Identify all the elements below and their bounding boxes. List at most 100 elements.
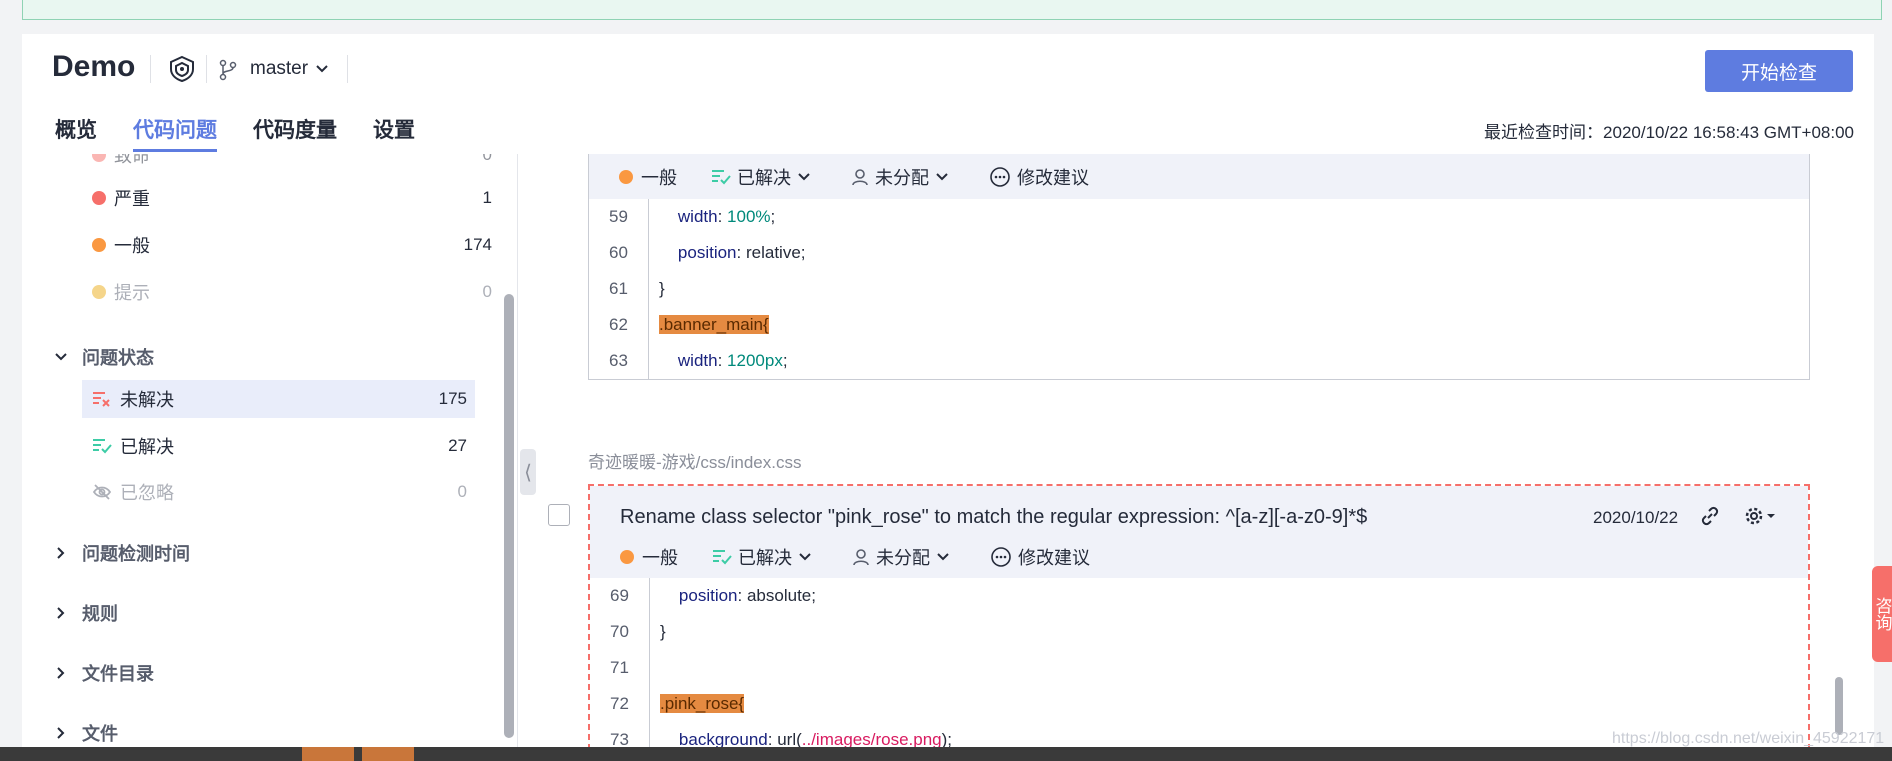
file-path[interactable]: 奇迹暖暖-游戏/css/index.css — [588, 448, 801, 473]
suggestion-button[interactable]: 修改建议 — [990, 544, 1090, 570]
highlighted-selector: .banner_main{ — [659, 315, 769, 334]
issue-meta: 一般 已解决 未分配 修改建议 — [619, 164, 1123, 190]
code-line: 60 position: relative; — [589, 235, 1809, 271]
sidebar-scrollbar[interactable] — [504, 294, 514, 738]
main-scrollbar[interactable] — [1835, 677, 1843, 735]
group-rules[interactable]: 规则 — [52, 600, 118, 626]
group-file-directory[interactable]: 文件目录 — [52, 660, 154, 686]
issue-card: 一般 已解决 未分配 修改建议 59 width: 100%; 60 posit… — [588, 154, 1810, 380]
status-unresolved[interactable]: 未解决 175 — [82, 380, 475, 418]
suggestion-label: 修改建议 — [1017, 168, 1089, 188]
assignee-label: 未分配 — [876, 548, 930, 568]
shield-icon[interactable] — [167, 54, 197, 84]
code-snippet: 59 width: 100%; 60 position: relative; 6… — [589, 199, 1809, 379]
tab-settings[interactable]: 设置 — [373, 114, 415, 152]
group-label: 文件 — [82, 724, 118, 744]
status-dot — [92, 285, 106, 299]
status-dot — [92, 191, 106, 205]
watermark: https://blog.csdn.net/weixin_45922171 — [1612, 730, 1885, 747]
severity-hint[interactable]: 提示 0 — [92, 279, 492, 305]
group-issue-status[interactable]: 问题状态 — [52, 344, 154, 370]
tab-code-metrics[interactable]: 代码度量 — [253, 114, 337, 152]
status-ignored[interactable]: 已忽略 0 — [82, 473, 475, 511]
more-circle-icon — [991, 547, 1011, 567]
line-number: 69 — [590, 578, 650, 614]
code-text: } — [659, 279, 665, 298]
issue-checkbox[interactable] — [548, 504, 570, 526]
suggestion-button[interactable]: 修改建议 — [989, 164, 1089, 190]
link-icon[interactable] — [1700, 506, 1720, 526]
severity-label: 一般 — [641, 168, 677, 188]
taskbar-app[interactable] — [362, 747, 414, 761]
resolved-icon — [712, 170, 731, 185]
chevron-down-icon — [937, 553, 949, 561]
status-label: 已解决 — [120, 437, 174, 457]
line-number: 61 — [589, 271, 649, 307]
chevron-down-icon — [799, 553, 811, 561]
status-dropdown[interactable]: 已解决 — [711, 164, 817, 190]
assignee-dropdown[interactable]: 未分配 — [852, 544, 956, 570]
issue-meta: 一般 已解决 未分配 修改建议 — [620, 544, 1124, 570]
line-number: 62 — [589, 307, 649, 343]
severity-label: 严重 — [114, 189, 150, 209]
tab-overview[interactable]: 概览 — [55, 114, 97, 152]
status-count: 0 — [457, 482, 467, 501]
severity-tag: 一般 — [619, 164, 677, 190]
group-label: 文件目录 — [82, 664, 154, 684]
group-detect-time[interactable]: 问题检测时间 — [52, 540, 190, 566]
line-number: 70 — [590, 614, 650, 650]
group-label: 问题检测时间 — [82, 544, 190, 564]
severity-count: 1 — [482, 188, 492, 207]
code-text: .banner_main{ — [649, 315, 769, 335]
taskbar — [0, 747, 1892, 761]
css-value: relative — [745, 243, 801, 262]
gear-icon[interactable] — [1744, 506, 1778, 526]
severity-label: 一般 — [114, 236, 150, 256]
resolved-icon — [713, 550, 732, 565]
status-label: 已解决 — [738, 548, 792, 568]
code-text: .pink_rose{ — [650, 694, 745, 714]
code-line: 62 .banner_main{ — [589, 307, 1809, 343]
status-dot — [92, 238, 106, 252]
code-text: width: 100%; — [677, 207, 776, 226]
user-icon — [852, 169, 868, 186]
issue-list: 一般 已解决 未分配 修改建议 59 width: 100%; 60 posit… — [519, 154, 1874, 761]
status-resolved[interactable]: 已解决 27 — [82, 427, 475, 465]
group-files[interactable]: 文件 — [52, 720, 118, 746]
css-value: absolute — [746, 586, 812, 605]
chevron-right-icon — [57, 727, 65, 739]
issue-date: 2020/10/22 — [1593, 508, 1679, 527]
start-check-button[interactable]: 开始检查 — [1705, 50, 1853, 92]
css-value: 1200px — [727, 351, 783, 370]
unresolved-icon — [93, 392, 110, 407]
line-number: 72 — [590, 686, 650, 722]
code-line: 63 width: 1200px; — [589, 343, 1809, 379]
status-dot — [619, 170, 633, 184]
line-number: 60 — [589, 235, 649, 271]
line-number: 59 — [589, 199, 649, 235]
consult-button[interactable]: 咨询 — [1872, 566, 1892, 662]
severity-critical[interactable]: 严重 1 — [92, 185, 492, 211]
chevron-right-icon — [57, 607, 65, 619]
chevron-down-icon[interactable] — [315, 64, 329, 74]
css-value: 100% — [727, 207, 771, 226]
assignee-dropdown[interactable]: 未分配 — [851, 164, 955, 190]
status-dropdown[interactable]: 已解决 — [712, 544, 818, 570]
project-header: Demo master 开始检查 概览 代码问题 代码度量 设置 最近检查时间：… — [22, 34, 1874, 154]
taskbar-app[interactable] — [302, 747, 354, 761]
severity-count: 0 — [482, 154, 492, 164]
divider — [206, 55, 207, 83]
issue-meta-bar: Rename class selector "pink_rose" to mat… — [590, 486, 1808, 578]
filter-sidebar: 致命 0 严重 1 一般 174 提示 0 问题状态 未解决 175 已解决 2… — [22, 154, 518, 761]
chevron-right-icon — [57, 667, 65, 679]
severity-normal[interactable]: 一般 174 — [92, 232, 492, 258]
severity-fatal[interactable]: 致命 0 — [92, 154, 492, 168]
severity-count: 174 — [463, 235, 492, 254]
code-line: 59 width: 100%; — [589, 199, 1809, 235]
tab-code-issues[interactable]: 代码问题 — [133, 114, 217, 152]
resolved-icon — [93, 439, 112, 454]
issue-message[interactable]: Rename class selector "pink_rose" to mat… — [620, 506, 1367, 529]
code-text: position: relative; — [677, 243, 806, 262]
branch-selector[interactable]: master — [250, 58, 308, 80]
project-card: Demo master 开始检查 概览 代码问题 代码度量 设置 最近检查时间：… — [22, 34, 1874, 761]
